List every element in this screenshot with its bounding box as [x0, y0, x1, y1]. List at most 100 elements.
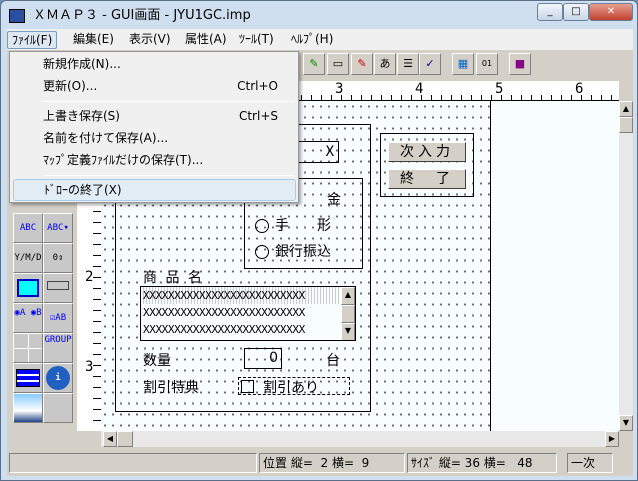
menu-separator: [44, 101, 294, 102]
menu-item-label: 新規作成(N)...: [43, 57, 121, 71]
text-pencil-icon[interactable]: あ: [374, 53, 396, 75]
menu-item-label: 更新(O)...: [43, 79, 98, 93]
menu-bar: ﾌｧｲﾙ(F) 編集(E) 表示(V) 属性(A) ﾂｰﾙ(T) ﾍﾙﾌﾟ(H): [7, 29, 633, 50]
checkbox-icon: [241, 380, 254, 393]
shortcut: Ctrl+S: [238, 109, 278, 123]
multi-pencil-icon[interactable]: ✎: [351, 53, 373, 75]
window-pencil-icon[interactable]: ▭: [327, 53, 349, 75]
image-icon[interactable]: [13, 393, 43, 423]
menu-tools[interactable]: ﾂｰﾙ(T): [235, 31, 278, 49]
next-input-button[interactable]: 次入力: [388, 142, 466, 162]
list-item[interactable]: XXXXXXXXXXXXXXXXXXXXXXXXXX: [143, 304, 355, 321]
radio-label-partial: 金: [327, 192, 341, 208]
qty-field[interactable]: 0: [244, 348, 282, 369]
tool-button[interactable]: [43, 273, 73, 303]
status-mode: 一次: [567, 453, 613, 473]
menu-view[interactable]: 表示(V): [125, 31, 175, 49]
tool-radio[interactable]: ◉A ◉B: [13, 303, 43, 333]
product-label: 商 品 名: [143, 270, 204, 286]
radio-option[interactable]: 銀行振込: [255, 241, 331, 261]
menu-edit[interactable]: 編集(E): [69, 31, 118, 49]
scroll-thumb[interactable]: [341, 305, 355, 323]
scroll-down-icon[interactable]: ▼: [619, 415, 633, 431]
scroll-up-icon[interactable]: ▲: [341, 287, 355, 305]
scroll-thumb[interactable]: [117, 431, 133, 447]
list-item[interactable]: XXXXXXXXXXXXXXXXXXXXXXXXXX: [143, 287, 355, 304]
radio-icon: [255, 219, 269, 233]
menu-item-save-as[interactable]: 名前を付けて保存(A)...: [13, 128, 296, 148]
status-size: ｻｲｽﾞ 縦= 36 横= 48: [407, 453, 557, 473]
button-group: 次入力 終 了: [380, 133, 474, 197]
discount-checkbox[interactable]: 割引あり: [238, 377, 350, 396]
scroll-down-icon[interactable]: ▼: [341, 323, 355, 340]
scroll-thumb[interactable]: [619, 117, 633, 133]
menu-help[interactable]: ﾍﾙﾌﾟ(H): [287, 31, 337, 49]
list-item[interactable]: XXXXXXXXXXXXXXXXXXXXXXXXXX: [143, 321, 355, 338]
product-listbox[interactable]: XXXXXXXXXXXXXXXXXXXXXXXXXX XXXXXXXXXXXXX…: [140, 286, 356, 341]
menu-file[interactable]: ﾌｧｲﾙ(F): [7, 31, 58, 49]
pencil-icon[interactable]: ✎: [303, 53, 325, 75]
app-window: ＸＭＡＰ３ - GUI画面 - JYU1GC.imp _ □ ✕ ﾌｧｲﾙ(F)…: [0, 0, 638, 481]
radio-icon: [255, 245, 269, 259]
tool-combo[interactable]: ABC▾: [43, 213, 73, 243]
canvas-outside: [491, 101, 619, 431]
help-book-icon[interactable]: ■: [509, 53, 531, 75]
tool-date[interactable]: Y/M/D: [13, 243, 43, 273]
radio-text: 手 形: [275, 218, 331, 234]
tool-list[interactable]: [13, 363, 43, 393]
file-menu-dropdown: 新規作成(N)... 更新(O)... Ctrl+O 上書き保存(S) Ctrl+S…: [9, 51, 299, 203]
tool-panel[interactable]: [13, 273, 43, 303]
title-bar: ＸＭＡＰ３ - GUI画面 - JYU1GC.imp: [9, 4, 251, 24]
radio-text: 銀行振込: [275, 244, 331, 260]
checkbox-text: 割引あり: [263, 380, 319, 396]
menu-item-update[interactable]: 更新(O)... Ctrl+O: [13, 76, 296, 96]
maximize-button[interactable]: □: [563, 3, 589, 21]
status-pane-main: [9, 453, 257, 473]
tool-label[interactable]: ABC: [13, 213, 43, 243]
window-title: ＸＭＡＰ３ - GUI画面 - JYU1GC.imp: [33, 8, 251, 23]
menu-item-save[interactable]: 上書き保存(S) Ctrl+S: [13, 106, 296, 126]
scroll-right-icon[interactable]: ▶: [605, 431, 619, 447]
ruler-label: 5: [495, 81, 504, 97]
menu-item-label: 上書き保存(S): [43, 109, 120, 123]
qty-value: 0: [269, 350, 278, 366]
field-x-text: X: [325, 144, 334, 160]
status-position: 位置 縦= 2 横= 9: [259, 453, 405, 473]
ruler-label: 3: [335, 81, 344, 97]
ruler-label: 3: [85, 359, 94, 375]
lines-pencil-icon[interactable]: ☰: [397, 53, 419, 75]
menu-item-label: 名前を付けて保存(A)...: [43, 131, 169, 145]
app-icon: [9, 8, 25, 23]
ruler-label: 6: [575, 81, 584, 97]
tool-checkbox[interactable]: ☑AB: [43, 303, 73, 333]
screen-export-icon[interactable]: ▦: [452, 53, 474, 75]
horizontal-scrollbar[interactable]: ◀ ▶: [101, 431, 619, 447]
shortcut: Ctrl+O: [237, 79, 278, 93]
check-pencil-icon[interactable]: ✓: [419, 53, 441, 75]
qty-label: 数量: [143, 353, 171, 369]
radio-option[interactable]: 手 形: [255, 215, 331, 235]
tool-spin[interactable]: 0⇕: [43, 243, 73, 273]
vertical-scrollbar[interactable]: ▲ ▼: [619, 101, 633, 431]
menu-separator: [44, 175, 294, 176]
menu-item-new[interactable]: 新規作成(N)...: [13, 54, 296, 74]
discount-label: 割引特典: [143, 380, 199, 396]
menu-item-label: ﾄﾞﾛｰの終了(X): [44, 183, 122, 197]
qty-unit: 台: [326, 353, 340, 369]
menu-attributes[interactable]: 属性(A): [181, 31, 231, 49]
scroll-left-icon[interactable]: ◀: [103, 431, 117, 447]
scroll-up-icon[interactable]: ▲: [619, 101, 633, 117]
menu-item-save-map[interactable]: ﾏｯﾌﾟ定義ﾌｧｲﾙだけの保存(T)...: [13, 150, 296, 170]
end-button[interactable]: 終 了: [388, 169, 466, 189]
menu-item-label: ﾏｯﾌﾟ定義ﾌｧｲﾙだけの保存(T)...: [43, 153, 204, 167]
tool-grid[interactable]: [13, 333, 43, 363]
ruler-label: 4: [415, 81, 424, 97]
ruler-label: 2: [85, 269, 94, 285]
close-button[interactable]: ✕: [589, 3, 633, 21]
minimize-button[interactable]: _: [537, 3, 563, 21]
info-icon[interactable]: i: [43, 363, 73, 393]
tool-group[interactable]: GROUP: [43, 333, 73, 363]
numbered-list-icon[interactable]: 01: [476, 53, 498, 75]
tool-empty[interactable]: [43, 393, 73, 423]
menu-item-exit[interactable]: ﾄﾞﾛｰの終了(X): [13, 179, 296, 201]
